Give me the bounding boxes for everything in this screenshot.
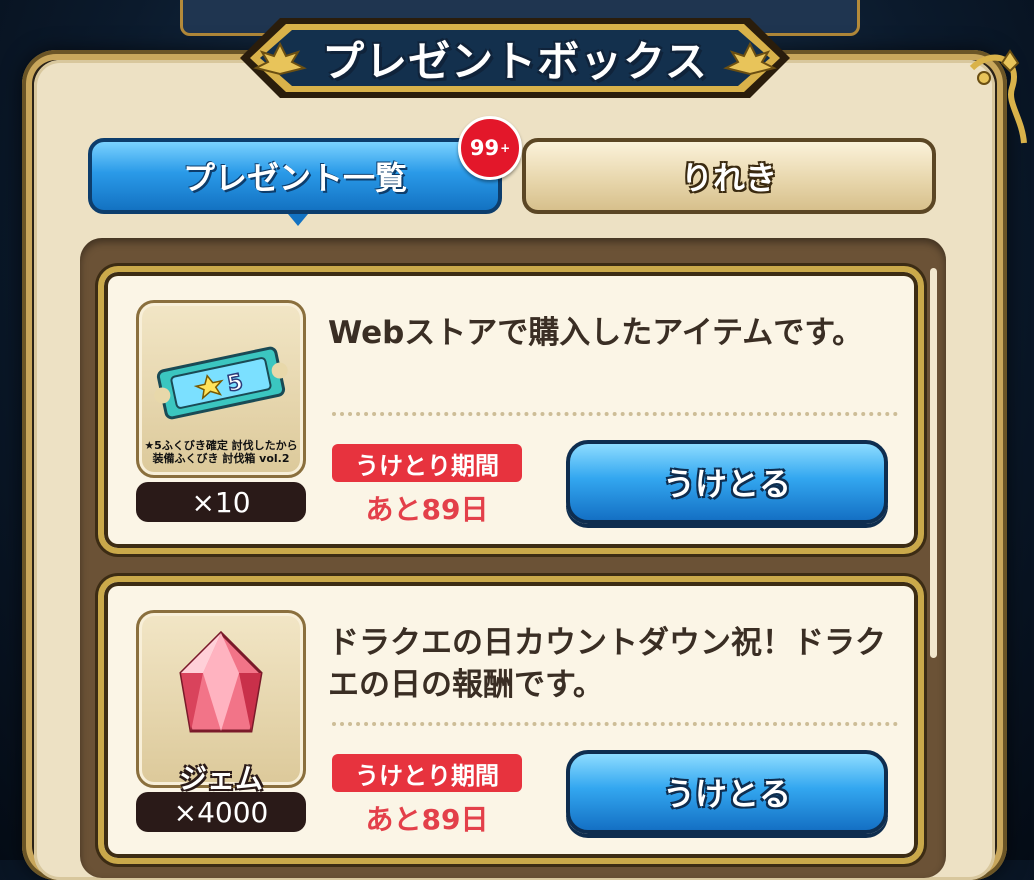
gift-card: 5 ★5ふくびき確定 討伐したから装備ふくびき 討伐箱 vol.2 ×10 We… [98, 266, 924, 554]
badge-count: 99 [469, 136, 500, 160]
notification-badge: 99 + [458, 116, 522, 180]
receive-period-label: うけとり期間 [332, 754, 522, 792]
gem-icon [179, 630, 263, 733]
receive-button[interactable]: うけとる [566, 750, 888, 834]
tab-pointer-icon [288, 214, 308, 226]
badge-suffix: + [500, 141, 511, 155]
gift-description: Webストアで購入したアイテムです。 [328, 315, 864, 351]
item-name: ジェム [178, 762, 263, 795]
item-quantity: ×10 [136, 482, 306, 522]
tab-history-label: りれき [680, 159, 777, 197]
item-icon-frame: ジェム [136, 610, 306, 795]
fleur-left-icon [253, 42, 307, 76]
receive-button[interactable]: うけとる [566, 440, 888, 524]
gift-description: ドラクエの日カウントダウン祝！ドラクエの日の報酬です。 [328, 625, 886, 703]
tab-history[interactable]: りれき [522, 138, 936, 214]
title-banner: プレゼントボックス [210, 14, 820, 102]
fleur-right-icon [723, 42, 777, 76]
dotted-divider [332, 722, 898, 726]
receive-period-remaining: あと89日 [365, 803, 489, 836]
item-icon-frame: 5 ★5ふくびき確定 討伐したから装備ふくびき 討伐箱 vol.2 [136, 300, 306, 478]
receive-period-remaining: あと89日 [365, 493, 489, 526]
item-quantity: ×4000 [136, 792, 306, 832]
corner-ornament-icon [969, 49, 1027, 144]
gift-card: ジェム ×4000 ドラクエの日カウントダウン祝！ドラクエの日の報酬です。 うけ… [98, 576, 924, 864]
ticket-icon: 5 [154, 346, 288, 420]
tab-present-list-label: プレゼント一覧 [182, 159, 407, 197]
page-title: プレゼントボックス [322, 36, 708, 86]
item-caption: ★5ふくびき確定 討伐したから装備ふくびき 討伐箱 vol.2 [144, 439, 298, 465]
dotted-divider [332, 412, 898, 416]
tab-present-list[interactable]: プレゼント一覧 [88, 138, 502, 226]
scrollbar[interactable] [930, 268, 937, 658]
receive-period-label: うけとり期間 [332, 444, 522, 482]
